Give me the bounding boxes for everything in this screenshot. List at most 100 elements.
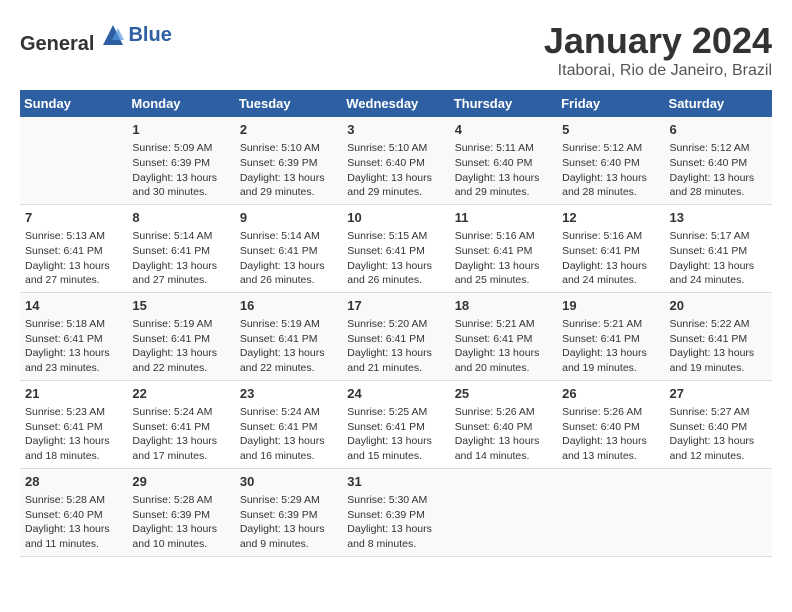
day-number: 28 — [25, 473, 122, 491]
day-number: 13 — [670, 209, 767, 227]
day-content: Sunrise: 5:15 AM Sunset: 6:41 PM Dayligh… — [347, 229, 444, 288]
calendar-cell: 16 Sunrise: 5:19 AM Sunset: 6:41 PM Dayli… — [235, 292, 342, 380]
day-number: 31 — [347, 473, 444, 491]
day-content: Sunrise: 5:16 AM Sunset: 6:41 PM Dayligh… — [455, 229, 552, 288]
day-number: 29 — [132, 473, 229, 491]
day-content: Sunrise: 5:14 AM Sunset: 6:41 PM Dayligh… — [240, 229, 337, 288]
calendar-cell: 7 Sunrise: 5:13 AM Sunset: 6:41 PM Daylig… — [20, 204, 127, 292]
calendar-cell: 30 Sunrise: 5:29 AM Sunset: 6:39 PM Dayli… — [235, 468, 342, 556]
day-number: 18 — [455, 297, 552, 315]
calendar-cell: 19Sunrise: 5:21 AM Sunset: 6:41 PM Dayli… — [557, 292, 664, 380]
day-content: Sunrise: 5:20 AM Sunset: 6:41 PM Dayligh… — [347, 317, 444, 376]
day-number: 20 — [670, 297, 767, 315]
calendar-cell: 21 Sunrise: 5:23 AM Sunset: 6:41 PM Dayli… — [20, 380, 127, 468]
title-section: January 2024 Itaborai, Rio de Janeiro, B… — [544, 20, 772, 80]
week-row-3: 14 Sunrise: 5:18 AM Sunset: 6:41 PM Dayli… — [20, 292, 772, 380]
calendar-cell — [557, 468, 664, 556]
day-content: Sunrise: 5:24 AM Sunset: 6:41 PM Dayligh… — [132, 405, 229, 464]
logo-icon — [98, 20, 128, 50]
day-content: Sunrise: 5:29 AM Sunset: 6:39 PM Dayligh… — [240, 493, 337, 552]
day-content: Sunrise: 5:10 AM Sunset: 6:39 PM Dayligh… — [240, 141, 337, 200]
calendar-cell: 9Sunrise: 5:14 AM Sunset: 6:41 PM Daylig… — [235, 204, 342, 292]
day-content: Sunrise: 5:12 AM Sunset: 6:40 PM Dayligh… — [562, 141, 659, 200]
day-content: Sunrise: 5:21 AM Sunset: 6:41 PM Dayligh… — [562, 317, 659, 376]
calendar-subtitle: Itaborai, Rio de Janeiro, Brazil — [544, 62, 772, 80]
day-content: Sunrise: 5:28 AM Sunset: 6:39 PM Dayligh… — [132, 493, 229, 552]
calendar-cell: 29 Sunrise: 5:28 AM Sunset: 6:39 PM Dayli… — [127, 468, 234, 556]
day-content: Sunrise: 5:17 AM Sunset: 6:41 PM Dayligh… — [670, 229, 767, 288]
calendar-cell: 28 Sunrise: 5:28 AM Sunset: 6:40 PM Dayli… — [20, 468, 127, 556]
day-number: 3 — [347, 121, 444, 139]
calendar-cell — [20, 117, 127, 204]
day-number: 26 — [562, 385, 659, 403]
calendar-cell: 5 Sunrise: 5:12 AM Sunset: 6:40 PM Daylig… — [557, 117, 664, 204]
day-number: 27 — [670, 385, 767, 403]
calendar-cell: 24Sunrise: 5:25 AM Sunset: 6:41 PM Dayli… — [342, 380, 449, 468]
day-number: 16 — [240, 297, 337, 315]
page-header: General Blue January 2024 Itaborai, Rio … — [20, 20, 772, 80]
calendar-cell: 13 Sunrise: 5:17 AM Sunset: 6:41 PM Dayli… — [665, 204, 772, 292]
header-day-sunday: Sunday — [20, 90, 127, 117]
header-day-tuesday: Tuesday — [235, 90, 342, 117]
calendar-cell — [665, 468, 772, 556]
day-number: 7 — [25, 209, 122, 227]
day-content: Sunrise: 5:12 AM Sunset: 6:40 PM Dayligh… — [670, 141, 767, 200]
day-content: Sunrise: 5:23 AM Sunset: 6:41 PM Dayligh… — [25, 405, 122, 464]
calendar-header-row: SundayMondayTuesdayWednesdayThursdayFrid… — [20, 90, 772, 117]
calendar-cell: 17Sunrise: 5:20 AM Sunset: 6:41 PM Dayli… — [342, 292, 449, 380]
day-content: Sunrise: 5:19 AM Sunset: 6:41 PM Dayligh… — [132, 317, 229, 376]
logo-blue: Blue — [128, 24, 171, 46]
calendar-cell: 27 Sunrise: 5:27 AM Sunset: 6:40 PM Dayli… — [665, 380, 772, 468]
day-number: 21 — [25, 385, 122, 403]
calendar-cell: 25 Sunrise: 5:26 AM Sunset: 6:40 PM Dayli… — [450, 380, 557, 468]
day-content: Sunrise: 5:10 AM Sunset: 6:40 PM Dayligh… — [347, 141, 444, 200]
calendar-cell: 10Sunrise: 5:15 AM Sunset: 6:41 PM Dayli… — [342, 204, 449, 292]
day-number: 6 — [670, 121, 767, 139]
calendar-cell: 23Sunrise: 5:24 AM Sunset: 6:41 PM Dayli… — [235, 380, 342, 468]
day-content: Sunrise: 5:13 AM Sunset: 6:41 PM Dayligh… — [25, 229, 122, 288]
day-content: Sunrise: 5:14 AM Sunset: 6:41 PM Dayligh… — [132, 229, 229, 288]
calendar-cell: 12Sunrise: 5:16 AM Sunset: 6:41 PM Dayli… — [557, 204, 664, 292]
day-content: Sunrise: 5:30 AM Sunset: 6:39 PM Dayligh… — [347, 493, 444, 552]
day-number: 14 — [25, 297, 122, 315]
day-number: 4 — [455, 121, 552, 139]
day-content: Sunrise: 5:18 AM Sunset: 6:41 PM Dayligh… — [25, 317, 122, 376]
calendar-cell: 26 Sunrise: 5:26 AM Sunset: 6:40 PM Dayli… — [557, 380, 664, 468]
logo-general: General — [20, 33, 94, 55]
day-content: Sunrise: 5:22 AM Sunset: 6:41 PM Dayligh… — [670, 317, 767, 376]
day-number: 11 — [455, 209, 552, 227]
day-content: Sunrise: 5:24 AM Sunset: 6:41 PM Dayligh… — [240, 405, 337, 464]
calendar-cell: 31 Sunrise: 5:30 AM Sunset: 6:39 PM Dayli… — [342, 468, 449, 556]
week-row-2: 7 Sunrise: 5:13 AM Sunset: 6:41 PM Daylig… — [20, 204, 772, 292]
header-day-saturday: Saturday — [665, 90, 772, 117]
day-number: 30 — [240, 473, 337, 491]
day-content: Sunrise: 5:27 AM Sunset: 6:40 PM Dayligh… — [670, 405, 767, 464]
day-content: Sunrise: 5:16 AM Sunset: 6:41 PM Dayligh… — [562, 229, 659, 288]
calendar-cell: 22 Sunrise: 5:24 AM Sunset: 6:41 PM Dayli… — [127, 380, 234, 468]
day-content: Sunrise: 5:25 AM Sunset: 6:41 PM Dayligh… — [347, 405, 444, 464]
calendar-cell: 11 Sunrise: 5:16 AM Sunset: 6:41 PM Dayli… — [450, 204, 557, 292]
day-number: 22 — [132, 385, 229, 403]
calendar-cell: 14 Sunrise: 5:18 AM Sunset: 6:41 PM Dayli… — [20, 292, 127, 380]
day-number: 1 — [132, 121, 229, 139]
week-row-1: 1Sunrise: 5:09 AM Sunset: 6:39 PM Daylig… — [20, 117, 772, 204]
calendar-cell — [450, 468, 557, 556]
day-content: Sunrise: 5:26 AM Sunset: 6:40 PM Dayligh… — [562, 405, 659, 464]
header-day-wednesday: Wednesday — [342, 90, 449, 117]
calendar-cell: 15 Sunrise: 5:19 AM Sunset: 6:41 PM Dayli… — [127, 292, 234, 380]
header-day-monday: Monday — [127, 90, 234, 117]
week-row-4: 21 Sunrise: 5:23 AM Sunset: 6:41 PM Dayli… — [20, 380, 772, 468]
day-content: Sunrise: 5:19 AM Sunset: 6:41 PM Dayligh… — [240, 317, 337, 376]
day-content: Sunrise: 5:26 AM Sunset: 6:40 PM Dayligh… — [455, 405, 552, 464]
calendar-cell: 8Sunrise: 5:14 AM Sunset: 6:41 PM Daylig… — [127, 204, 234, 292]
day-number: 5 — [562, 121, 659, 139]
calendar-cell: 20 Sunrise: 5:22 AM Sunset: 6:41 PM Dayli… — [665, 292, 772, 380]
day-content: Sunrise: 5:28 AM Sunset: 6:40 PM Dayligh… — [25, 493, 122, 552]
calendar-cell: 3 Sunrise: 5:10 AM Sunset: 6:40 PM Daylig… — [342, 117, 449, 204]
calendar-cell: 1Sunrise: 5:09 AM Sunset: 6:39 PM Daylig… — [127, 117, 234, 204]
header-day-thursday: Thursday — [450, 90, 557, 117]
day-number: 15 — [132, 297, 229, 315]
calendar-cell: 18Sunrise: 5:21 AM Sunset: 6:41 PM Dayli… — [450, 292, 557, 380]
day-number: 25 — [455, 385, 552, 403]
day-content: Sunrise: 5:11 AM Sunset: 6:40 PM Dayligh… — [455, 141, 552, 200]
